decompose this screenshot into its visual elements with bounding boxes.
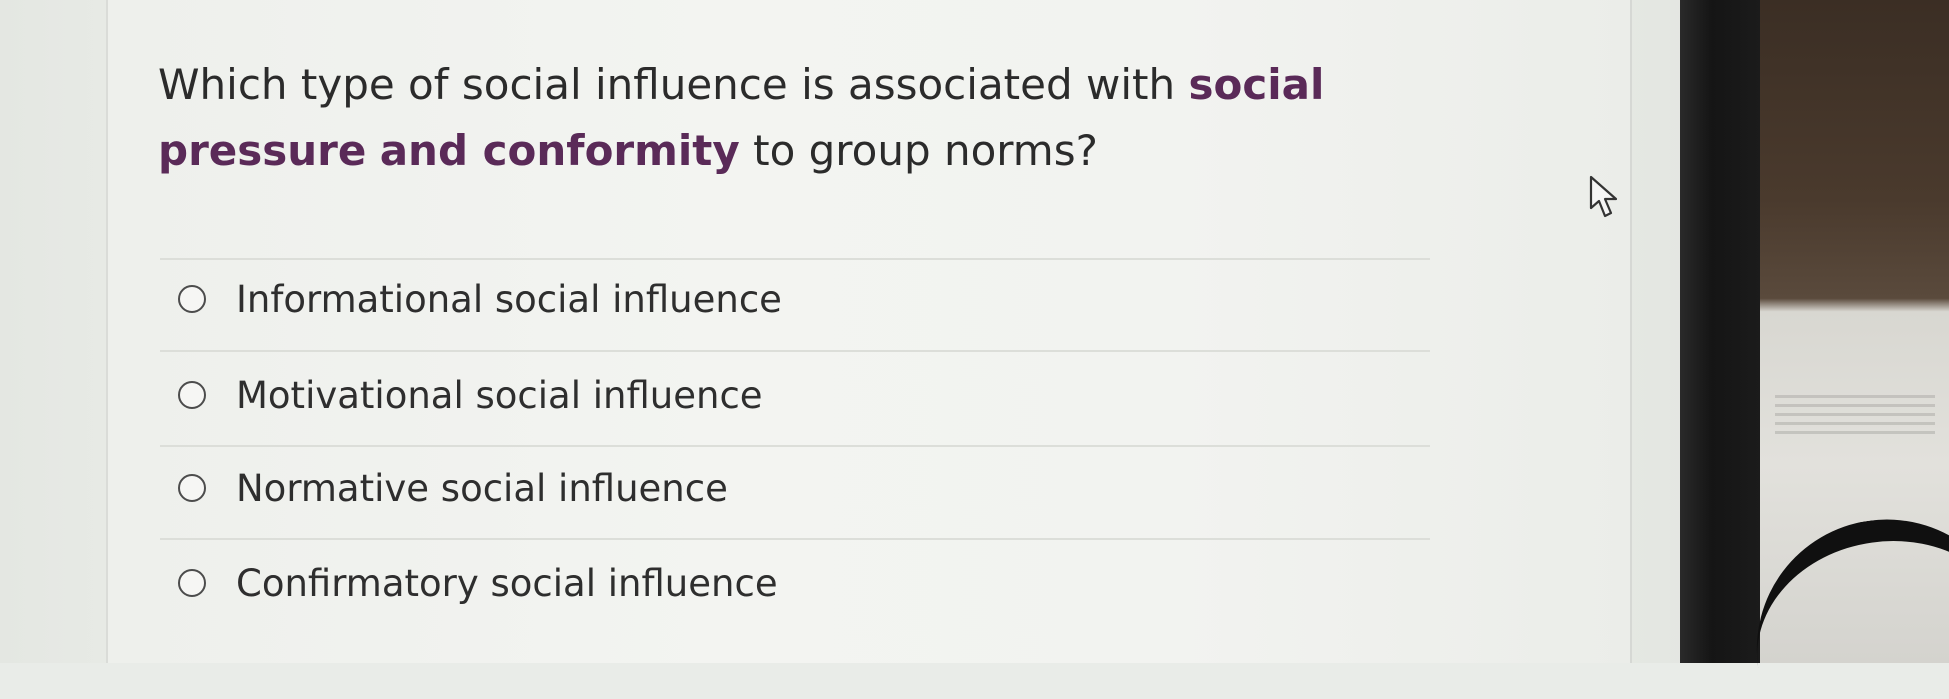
option-confirmatory[interactable]: Confirmatory social influence (178, 558, 778, 608)
monitor-bezel (1680, 0, 1760, 663)
option-motivational[interactable]: Motivational social influence (178, 370, 763, 420)
option-label-informational: Informational social influence (236, 277, 782, 321)
option-divider (160, 350, 1430, 352)
option-divider (160, 445, 1430, 447)
option-informational[interactable]: Informational social influence (178, 274, 782, 324)
option-label-motivational: Motivational social influence (236, 373, 763, 417)
question-text: Which type of social influence is associ… (158, 52, 1418, 184)
question-text-start: Which type of social influence is associ… (158, 60, 1189, 109)
option-label-normative: Normative social influence (236, 466, 728, 510)
option-divider (160, 538, 1430, 540)
mouse-pointer-icon (1589, 175, 1618, 218)
question-text-end: to group norms? (739, 126, 1098, 175)
radio-button-confirmatory[interactable] (178, 569, 206, 597)
background-paper (1775, 395, 1935, 435)
radio-button-informational[interactable] (178, 285, 206, 313)
radio-button-normative[interactable] (178, 474, 206, 502)
question-emphasis-conformity: and conformity (379, 126, 740, 175)
option-divider (160, 258, 1430, 260)
option-label-confirmatory: Confirmatory social influence (236, 561, 778, 605)
option-normative[interactable]: Normative social influence (178, 463, 728, 513)
question-text-space (366, 126, 379, 175)
radio-button-motivational[interactable] (178, 381, 206, 409)
